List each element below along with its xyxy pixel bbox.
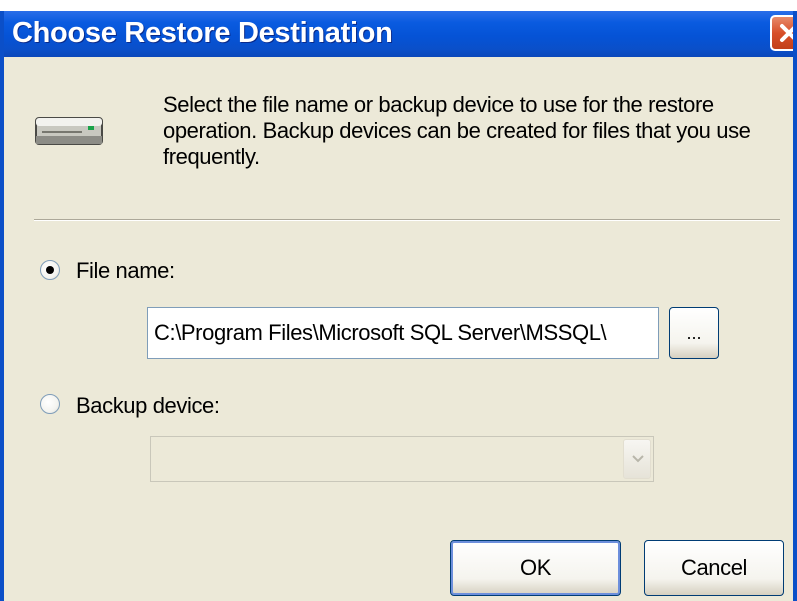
file-name-label[interactable]: File name: <box>76 258 175 284</box>
dialog-description: Select the file name or backup device to… <box>163 92 751 169</box>
backup-device-select[interactable] <box>150 436 654 482</box>
dropdown-button[interactable] <box>623 439 651 479</box>
separator <box>34 219 780 221</box>
cancel-button[interactable]: Cancel <box>644 540 784 596</box>
window-right-border <box>793 11 797 601</box>
file-name-value: C:\Program Files\Microsoft SQL Server\MS… <box>154 320 607 345</box>
file-name-radio[interactable] <box>40 260 60 280</box>
radio-selected-dot <box>46 266 54 274</box>
ok-button[interactable]: OK <box>450 540 621 596</box>
browse-button[interactable]: ... <box>669 307 719 359</box>
restore-destination-dialog: Choose Restore Destination Select the fi… <box>0 0 797 601</box>
dialog-title: Choose Restore Destination <box>12 17 393 49</box>
window-top-strip <box>0 0 797 11</box>
window-left-border <box>0 11 4 601</box>
backup-device-icon <box>34 110 106 157</box>
backup-device-radio[interactable] <box>40 394 60 414</box>
chevron-down-icon <box>632 455 644 463</box>
title-bar[interactable]: Choose Restore Destination <box>0 11 797 57</box>
file-name-input[interactable]: C:\Program Files\Microsoft SQL Server\MS… <box>147 307 659 359</box>
backup-device-label[interactable]: Backup device: <box>76 393 220 419</box>
